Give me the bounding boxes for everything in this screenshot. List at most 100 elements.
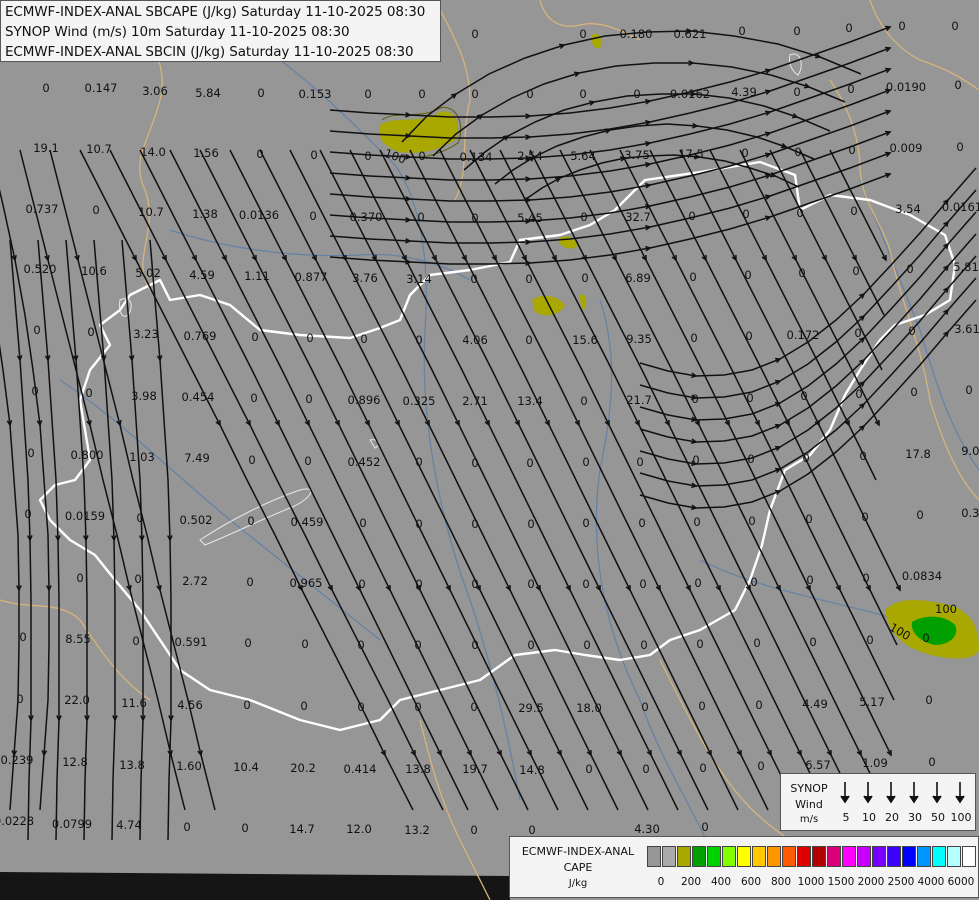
cape-swatch — [887, 846, 901, 867]
station-value: 0 — [42, 81, 49, 95]
speed-label: 20 — [885, 811, 899, 824]
cape-tick-label: 800 — [770, 876, 792, 888]
station-value: 4.49 — [802, 697, 828, 711]
station-value: 0 — [638, 516, 645, 530]
station-value: 0 — [800, 389, 807, 403]
station-value: 0 — [925, 693, 932, 707]
station-value: 21.7 — [626, 393, 652, 407]
station-value: 0.31 — [961, 506, 979, 520]
station-value: 4.74 — [116, 818, 142, 832]
station-value: 2.71 — [462, 394, 488, 408]
station-value: 3.98 — [131, 389, 157, 403]
station-value: 0 — [690, 331, 697, 345]
station-value: 0 — [359, 516, 366, 530]
station-value: 0 — [414, 700, 421, 714]
station-value: 0 — [910, 385, 917, 399]
station-value: 0 — [471, 577, 478, 591]
station-value: 0 — [418, 149, 425, 163]
cape-swatch — [827, 846, 841, 867]
weather-map: 100 100 100 000000.1800.6210000000.1473.… — [0, 0, 979, 900]
station-value: 0 — [582, 455, 589, 469]
station-value: 29.5 — [518, 701, 544, 715]
station-value: 0 — [694, 576, 701, 590]
cape-tick-label: 1000 — [797, 876, 825, 888]
station-value: 0 — [415, 517, 422, 531]
station-value: 0 — [859, 449, 866, 463]
cape-swatch — [902, 846, 916, 867]
station-value: 10.7 — [86, 142, 112, 156]
station-value: 0 — [691, 392, 698, 406]
station-value: 8.55 — [65, 632, 91, 646]
station-value: 0 — [471, 517, 478, 531]
station-value: 0 — [241, 821, 248, 835]
station-value: 17.8 — [905, 447, 931, 461]
station-value: 11.6 — [121, 696, 147, 710]
speed-label: 50 — [931, 811, 945, 824]
station-value: 0 — [183, 820, 190, 834]
station-value: 1.56 — [193, 146, 219, 160]
station-value: 0 — [802, 451, 809, 465]
cape-swatch — [662, 846, 676, 867]
wind-barbs — [840, 782, 965, 804]
cape-swatch — [962, 846, 976, 867]
cape-tick-label: 400 — [710, 876, 732, 888]
station-value: 13.8 — [119, 758, 145, 772]
station-value: 13.8 — [405, 762, 431, 776]
station-value: 4.39 — [731, 85, 757, 99]
station-value: 0 — [956, 140, 963, 154]
station-value: 0 — [866, 633, 873, 647]
cape-ticks: 0 200 400 600 800 1000 1500 2000 2500 4000 6000 — [647, 876, 977, 890]
cape-swatch — [872, 846, 886, 867]
station-value: 0.239 — [1, 753, 34, 767]
station-value: 6.57 — [805, 758, 831, 772]
station-value: 0.370 — [350, 210, 383, 224]
station-value: 0 — [744, 268, 751, 282]
station-value: 0 — [582, 577, 589, 591]
station-value: 14.7 — [289, 822, 315, 836]
station-value: 0 — [794, 145, 801, 159]
station-value: 3.54 — [895, 202, 921, 216]
station-value: 0 — [358, 577, 365, 591]
station-value: 1.09 — [862, 756, 888, 770]
cape-color-legend: ECMWF-INDEX-ANAL CAPE J/kg 0 200 400 600 800… — [509, 836, 979, 898]
station-value: 0.896 — [348, 393, 381, 407]
station-value: 0 — [470, 272, 477, 286]
station-value: 0 — [92, 203, 99, 217]
station-value: 6.89 — [625, 271, 651, 285]
station-value: 3.23 — [133, 327, 159, 341]
station-value: 0.172 — [787, 328, 820, 342]
station-value: 0 — [251, 330, 258, 344]
speed-label: 5 — [842, 811, 850, 824]
station-value: 14.8 — [519, 763, 545, 777]
station-value: 0.325 — [403, 394, 436, 408]
cape-swatch — [737, 846, 751, 867]
station-value: 0.0834 — [902, 569, 942, 583]
station-value: 0 — [750, 575, 757, 589]
station-value: 0 — [364, 87, 371, 101]
station-value: 5.64 — [570, 149, 596, 163]
station-value: 0.0228 — [0, 814, 34, 828]
cape-tick-label: 0 — [657, 876, 665, 888]
station-value: 0 — [364, 149, 371, 163]
station-value: 0 — [357, 700, 364, 714]
station-value: 0 — [27, 446, 34, 460]
station-value: 0 — [954, 78, 961, 92]
speed-label: 10 — [862, 811, 876, 824]
cape-swatch — [782, 846, 796, 867]
station-value: 0 — [582, 516, 589, 530]
station-value: 19.7 — [462, 762, 488, 776]
station-value: 19.1 — [33, 141, 59, 155]
station-value: 0.591 — [175, 635, 208, 649]
station-value: 3.06 — [142, 84, 168, 98]
cape-tick-label: 200 — [680, 876, 702, 888]
station-value: 0.009 — [890, 141, 923, 155]
station-value: 1.60 — [176, 759, 202, 773]
station-value: 0 — [528, 823, 535, 837]
station-value: 0 — [470, 700, 477, 714]
station-value: 0.180 — [620, 27, 653, 41]
station-value: 0 — [753, 636, 760, 650]
station-value: 0.134 — [460, 150, 493, 164]
cape-swatch — [647, 846, 661, 867]
station-value: 0 — [306, 331, 313, 345]
station-value: 5.02 — [135, 266, 161, 280]
